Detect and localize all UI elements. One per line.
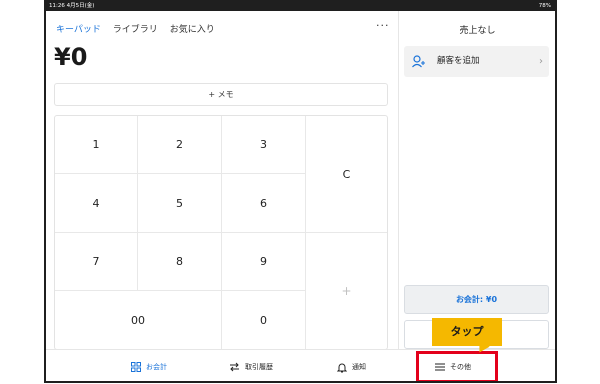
key-1[interactable]: 1 xyxy=(55,116,138,174)
key-0[interactable]: 0 xyxy=(222,291,306,349)
key-9[interactable]: 9 xyxy=(222,233,306,291)
transfer-arrows-icon xyxy=(230,362,239,372)
tab-library[interactable]: ライブラリ xyxy=(113,25,158,35)
keypad-pane: キーパッド ライブラリ お気に入り ··· ¥0 + メモ 1 2 3 C 4 … xyxy=(46,11,398,350)
sale-title: 売上なし xyxy=(459,26,496,36)
tab-favorites[interactable]: お気に入り xyxy=(170,25,215,35)
status-time: 11:26 4月5日(金) xyxy=(49,3,95,9)
key-2[interactable]: 2 xyxy=(138,116,222,174)
nav-notifications-label: 通知 xyxy=(352,363,366,371)
nav-history[interactable]: 取引履歴 xyxy=(229,350,273,381)
key-clear[interactable]: C xyxy=(306,116,387,233)
tap-callout: タップ xyxy=(432,318,502,346)
key-plus[interactable]: + xyxy=(306,233,387,349)
tab-bar: キーパッド ライブラリ お気に入り xyxy=(56,22,224,35)
tap-highlight-box xyxy=(416,351,498,381)
key-00[interactable]: 00 xyxy=(55,291,222,349)
nav-notifications[interactable]: 通知 xyxy=(337,350,366,381)
tab-keypad[interactable]: キーパッド xyxy=(56,25,101,35)
amount-display: ¥0 xyxy=(54,43,88,71)
keypad: 1 2 3 C 4 5 6 7 8 9 + 00 0 xyxy=(54,115,388,350)
bell-icon xyxy=(337,363,347,372)
key-4[interactable]: 4 xyxy=(55,174,138,233)
battery-indicator: 78% xyxy=(538,3,551,9)
key-7[interactable]: 7 xyxy=(55,233,138,291)
memo-button[interactable]: + メモ xyxy=(54,83,388,106)
nav-checkout[interactable]: お会計 xyxy=(131,350,167,381)
key-5[interactable]: 5 xyxy=(138,174,222,233)
status-bar: 11:26 4月5日(金) 78% xyxy=(46,2,555,11)
nav-history-label: 取引履歴 xyxy=(245,363,273,371)
key-3[interactable]: 3 xyxy=(222,116,306,174)
key-6[interactable]: 6 xyxy=(222,174,306,233)
chevron-right-icon: › xyxy=(539,56,543,67)
grid-icon xyxy=(131,362,141,372)
add-customer-label: 顧客を追加 xyxy=(437,56,480,66)
key-8[interactable]: 8 xyxy=(138,233,222,291)
checkout-button[interactable]: お会計: ¥0 xyxy=(404,285,549,314)
add-customer-button[interactable]: 顧客を追加 › xyxy=(404,46,549,77)
nav-checkout-label: お会計 xyxy=(146,363,167,371)
sale-panel: 売上なし 顧客を追加 › お会計: ¥0 伝 xyxy=(398,11,555,349)
add-person-icon xyxy=(411,46,425,91)
more-options-icon[interactable]: ··· xyxy=(376,19,390,32)
